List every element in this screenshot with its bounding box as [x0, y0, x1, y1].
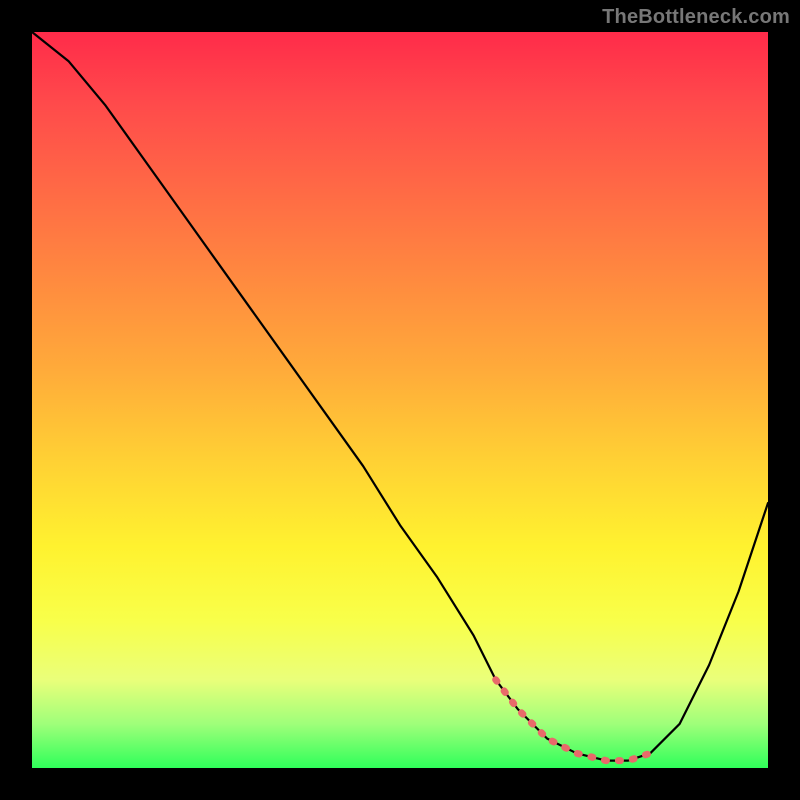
series-curve: [32, 32, 768, 761]
chart-frame: TheBottleneck.com: [0, 0, 800, 800]
watermark-label: TheBottleneck.com: [602, 6, 790, 29]
chart-svg: [32, 32, 768, 768]
series-sweet-spot: [496, 680, 651, 761]
chart-plot-area: [32, 32, 768, 768]
